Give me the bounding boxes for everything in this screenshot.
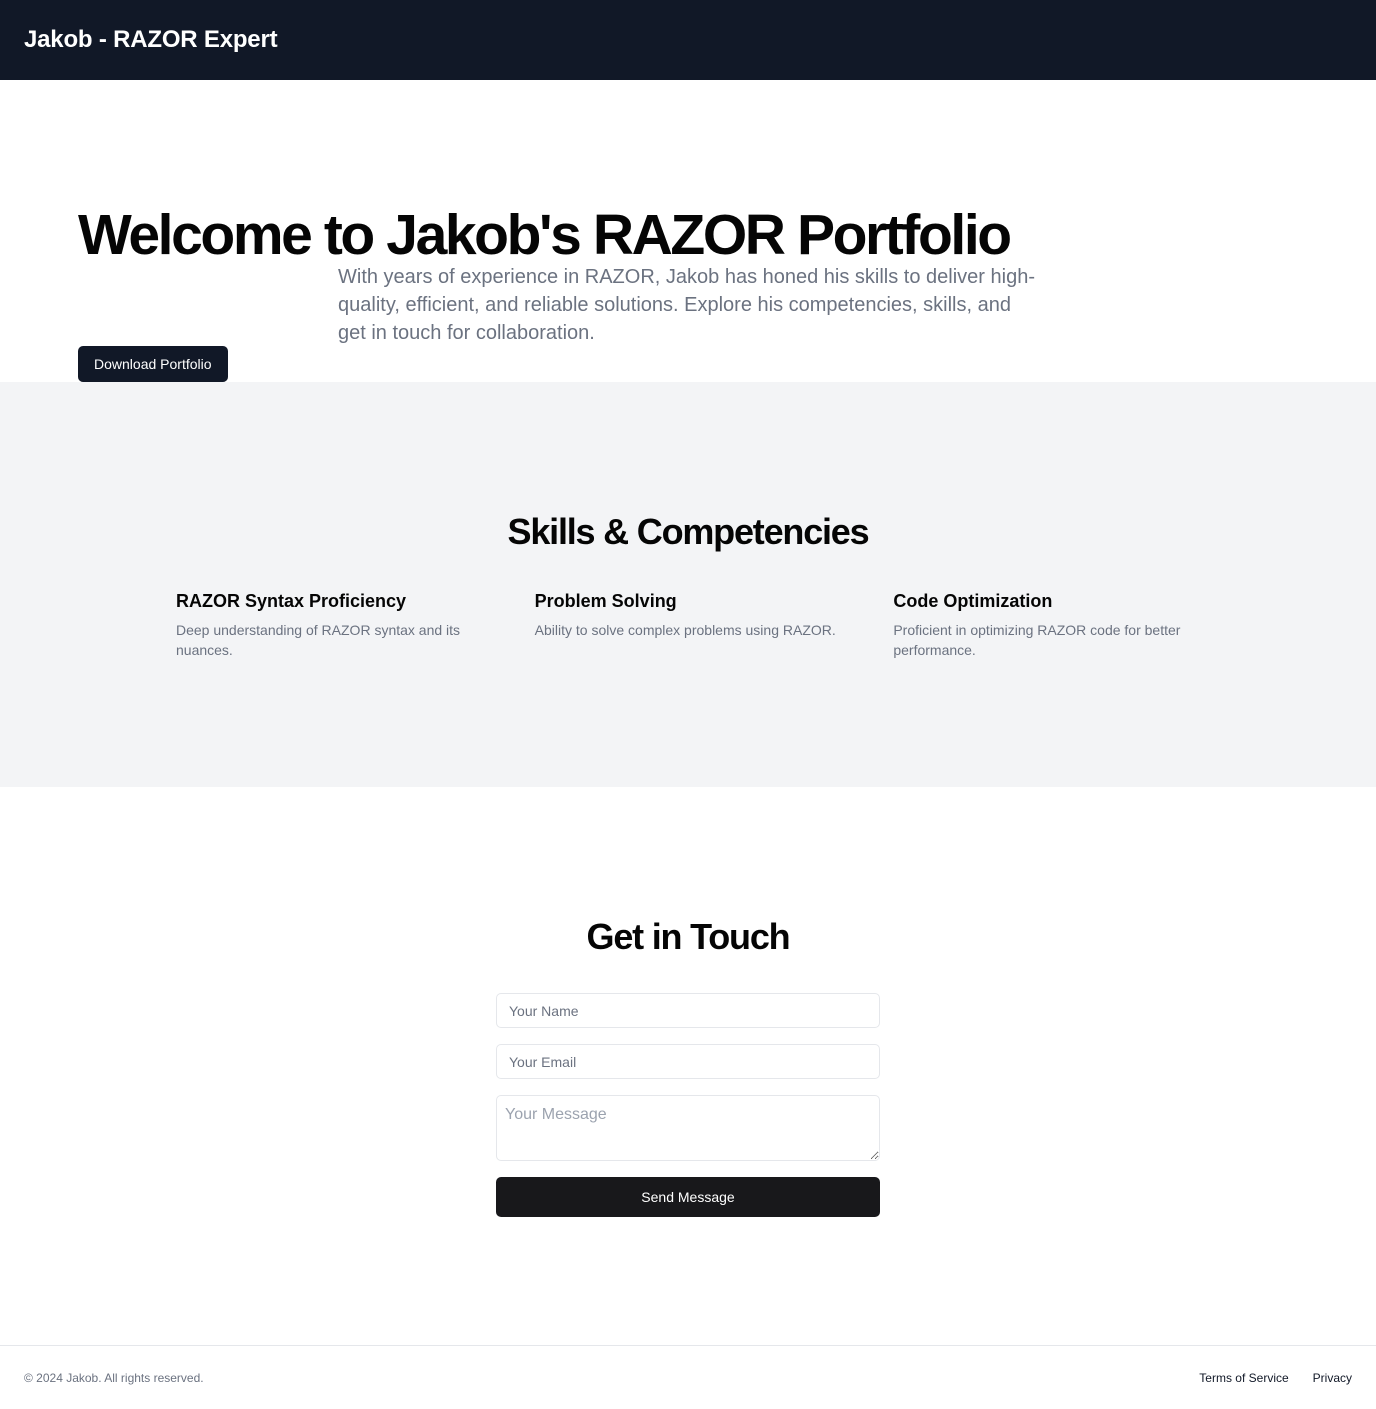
skill-description: Deep understanding of RAZOR syntax and i…	[176, 622, 461, 658]
send-message-button[interactable]: Send Message	[496, 1177, 880, 1217]
skill-description: Proficient in optimizing RAZOR code for …	[893, 622, 1181, 658]
skill-description: Ability to solve complex problems using …	[534, 622, 836, 638]
skills-title: Skills & Competencies	[507, 511, 870, 552]
contact-section: Get in Touch Send Message	[0, 787, 1376, 1345]
hero-title: Welcome to Jakob's RAZOR Portfolio	[78, 203, 1012, 267]
site-footer: © 2024 Jakob. All rights reserved. Terms…	[0, 1345, 1376, 1409]
contact-title: Get in Touch	[586, 916, 791, 957]
skills-grid: RAZOR Syntax Proficiency Deep understand…	[176, 588, 1201, 660]
message-textarea[interactable]	[496, 1095, 880, 1161]
email-input[interactable]	[496, 1044, 880, 1079]
hero-section: Welcome to Jakob's RAZOR Portfolio With …	[0, 80, 1376, 382]
skill-title: Code Optimization	[893, 591, 1053, 611]
skill-card: Problem Solving Ability to solve complex…	[535, 588, 843, 660]
contact-form: Send Message	[496, 993, 880, 1217]
footer-nav: Terms of Service Privacy	[1199, 1371, 1352, 1385]
hero-description: With years of experience in RAZOR, Jakob…	[338, 266, 1035, 344]
brand-title[interactable]: Jakob - RAZOR Expert	[24, 26, 278, 54]
name-input[interactable]	[496, 993, 880, 1028]
download-portfolio-button[interactable]: Download Portfolio	[78, 346, 228, 382]
terms-of-service-link[interactable]: Terms of Service	[1199, 1371, 1288, 1385]
skills-section: Skills & Competencies RAZOR Syntax Profi…	[0, 382, 1376, 787]
skill-title: RAZOR Syntax Proficiency	[176, 591, 407, 611]
skill-card: RAZOR Syntax Proficiency Deep understand…	[176, 588, 484, 660]
site-header: Jakob - RAZOR Expert	[0, 0, 1376, 80]
skill-card: Code Optimization Proficient in optimizi…	[893, 588, 1201, 660]
privacy-link[interactable]: Privacy	[1313, 1371, 1352, 1385]
skill-title: Problem Solving	[534, 591, 677, 611]
copyright-text: © 2024 Jakob. All rights reserved.	[24, 1370, 204, 1385]
